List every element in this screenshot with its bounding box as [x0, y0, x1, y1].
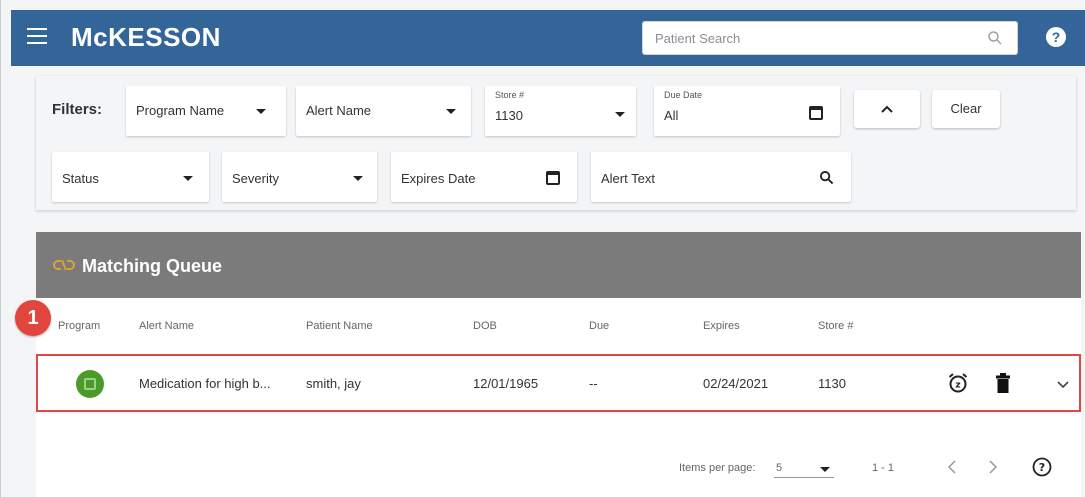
chevron-down-icon	[820, 467, 830, 472]
expires-date-picker[interactable]: Expires Date	[391, 152, 577, 202]
column-header-expires[interactable]: Expires	[703, 320, 740, 332]
chevron-up-icon	[881, 105, 893, 113]
chevron-down-icon	[183, 176, 193, 181]
row-due: --	[589, 376, 598, 391]
pagination-bar: Items per page: 5 1 - 1 ?	[36, 414, 1081, 497]
filters-label: Filters:	[52, 101, 103, 118]
alert-name-value: Alert Name	[306, 103, 372, 118]
snooze-alarm-icon[interactable]: z	[947, 372, 969, 394]
filters-panel: Filters: Program Name Alert Name Store #…	[36, 76, 1076, 210]
column-header-program[interactable]: Program	[58, 320, 100, 332]
app-window: McKESSON ? Filters: Program Name Alert N…	[0, 0, 1085, 497]
column-header-alert-name[interactable]: Alert Name	[139, 320, 194, 332]
due-date-label: Due Date	[664, 90, 703, 100]
chevron-down-icon	[353, 176, 363, 181]
alert-text-field[interactable]: Alert Text	[591, 152, 851, 202]
calendar-icon[interactable]	[546, 171, 560, 185]
search-icon[interactable]	[987, 30, 1003, 46]
table-row[interactable]: Medication for high b... smith, jay 12/0…	[36, 354, 1081, 412]
column-header-store[interactable]: Store #	[818, 320, 853, 332]
help-circle-icon[interactable]: ?	[1032, 457, 1052, 477]
patient-search-field[interactable]	[642, 21, 1018, 55]
column-header-due[interactable]: Due	[589, 320, 609, 332]
row-store: 1130	[818, 376, 846, 391]
svg-text:?: ?	[1039, 461, 1045, 474]
expires-date-value: Expires Date	[401, 171, 476, 186]
help-icon[interactable]: ?	[1046, 27, 1066, 47]
severity-value: Severity	[232, 171, 279, 186]
program-name-dropdown[interactable]: Program Name	[126, 86, 286, 136]
column-header-dob[interactable]: DOB	[473, 320, 497, 332]
store-value: 1130	[495, 108, 523, 123]
search-icon[interactable]	[819, 170, 834, 185]
broken-link-icon	[53, 259, 75, 271]
items-per-page-select[interactable]: 5	[774, 458, 834, 478]
mckesson-logo: McKESSON	[71, 22, 221, 52]
chevron-down-icon	[615, 112, 625, 117]
svg-text:z: z	[955, 381, 960, 391]
collapse-filters-button[interactable]	[854, 90, 920, 128]
program-icon	[76, 370, 104, 398]
program-name-value: Program Name	[136, 103, 225, 118]
chevron-down-icon	[446, 109, 456, 114]
row-expires: 02/24/2021	[703, 376, 769, 391]
queue-title: Matching Queue	[82, 256, 223, 276]
clear-button[interactable]: Clear	[932, 90, 1000, 128]
status-dropdown[interactable]: Status	[52, 152, 209, 202]
row-dob: 12/01/1965	[473, 376, 539, 391]
row-alert-name: Medication for high b...	[139, 376, 271, 391]
items-per-page-label: Items per page:	[679, 462, 756, 474]
severity-dropdown[interactable]: Severity	[222, 152, 377, 202]
store-label: Store #	[495, 90, 525, 100]
alert-text-value: Alert Text	[601, 171, 655, 186]
expand-row-chevron-icon[interactable]	[1057, 381, 1069, 389]
status-value: Status	[62, 171, 99, 186]
callout-badge: 1	[15, 300, 51, 336]
column-header-patient-name[interactable]: Patient Name	[306, 320, 373, 332]
due-date-picker[interactable]: Due Date All	[654, 86, 840, 136]
hamburger-menu-icon[interactable]	[27, 28, 47, 44]
calendar-icon[interactable]	[809, 106, 823, 120]
store-dropdown[interactable]: Store # 1130	[485, 86, 636, 136]
previous-page-icon[interactable]	[947, 460, 957, 474]
page-range: 1 - 1	[872, 462, 895, 474]
patient-search-input[interactable]	[643, 22, 963, 54]
due-date-value: All	[664, 108, 679, 123]
alert-name-dropdown[interactable]: Alert Name	[296, 86, 471, 136]
queue-table-header: Program Alert Name Patient Name DOB Due …	[36, 298, 1081, 354]
matching-queue-header: Matching Queue	[36, 232, 1081, 298]
chevron-down-icon	[256, 109, 266, 114]
delete-trash-icon[interactable]	[995, 372, 1011, 394]
row-patient-name: smith, jay	[306, 376, 361, 391]
items-per-page-value: 5	[776, 462, 783, 474]
top-bar: McKESSON ?	[11, 10, 1085, 66]
next-page-icon[interactable]	[988, 460, 998, 474]
